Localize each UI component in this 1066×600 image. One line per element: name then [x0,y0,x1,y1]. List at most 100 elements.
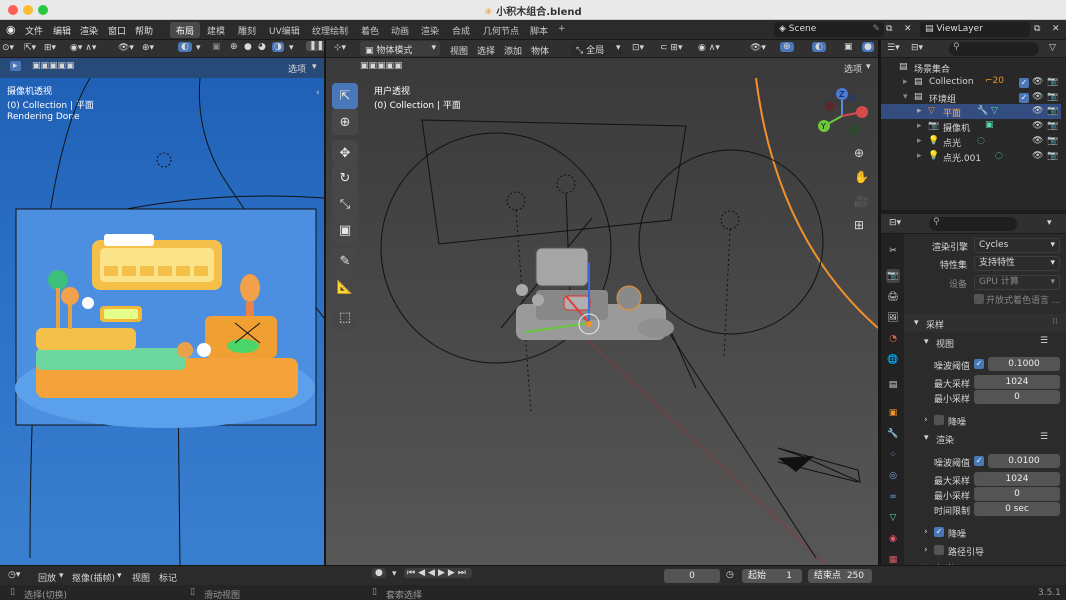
overlay-icon[interactable]: ◐ [178,42,192,52]
blender-logo-icon[interactable]: ◉ [6,23,16,36]
render-noise-checkbox[interactable]: ✓ [974,456,984,466]
main-editor-type-icon[interactable]: ⊹▾ [334,43,346,53]
path-guiding-checkbox[interactable] [934,545,944,555]
editor-type-icon[interactable]: ⊙▾ [2,43,14,53]
device-dropdown[interactable]: GPU 计算 ▾ [974,275,1060,290]
main-shading-solid-icon[interactable]: ● [862,42,874,52]
viewport-min-field[interactable]: 0 [974,390,1060,404]
tool-move[interactable]: ✥ [332,140,358,166]
outliner-item-env-group[interactable]: ▾ ▤ 环境组 ✓ 👁 📷 [881,90,1061,105]
hide-eye-icon[interactable]: 👁 [1032,151,1043,161]
shading-material-icon[interactable]: ◕ [258,42,266,52]
render-camera-icon[interactable]: 📷 [1047,77,1058,87]
overlay-dropdown-icon[interactable]: ▾ [196,43,201,53]
viewlayer-selector[interactable]: ▤ ViewLayer [920,22,1030,37]
end-frame-field[interactable]: 结束点 250 [808,569,872,583]
menu-render[interactable]: 渲染 [80,24,98,37]
hide-eye-icon[interactable]: 👁 [1032,121,1043,131]
delete-scene-icon[interactable]: ✕ [904,24,912,34]
left-viewport[interactable]: ▸ ▣▣▣▣▣ 选项 ▾ 摄像机透视 (0) Collection | 平面 R… [0,58,324,565]
outliner-search-input[interactable]: ⚲ [949,42,1039,56]
mode-selector[interactable]: ▣ 物体模式 ▾ [360,41,440,56]
timeline-view-menu[interactable]: 视图 [132,571,150,584]
tool-cursor[interactable]: ⊕ [332,109,358,135]
time-limit-field[interactable]: 0 sec [974,502,1060,516]
sampling-section-header[interactable]: ▾ 采样 ⁞⁞ [904,314,1066,332]
menu-select[interactable]: 选择 [477,44,495,57]
visibility-icon[interactable]: 👁▾ [118,43,134,53]
render-camera-icon[interactable]: 📷 [1047,121,1058,131]
object-tab-icon[interactable]: ▣ [886,406,900,420]
render-camera-icon[interactable]: 📷 [1047,136,1058,146]
expand-chevron-icon[interactable]: ▸ [917,121,922,131]
shading-solid-icon[interactable]: ● [244,42,252,52]
view-layer-tab-icon[interactable]: 🖼 [886,311,900,325]
viewport-noise-field[interactable]: 0.1000 [988,357,1060,371]
viewport-denoise-subsection[interactable]: › 降噪 [914,412,1066,428]
current-frame-field[interactable]: 0 [664,569,720,583]
tool-annotate[interactable]: ✎ [332,248,358,274]
render-denoise-checkbox[interactable]: ✓ [934,527,944,537]
render-subsection-header[interactable]: ▾ 渲染 ☰ [914,430,1066,446]
expand-chevron-icon[interactable]: ▸ [917,106,922,116]
feature-set-dropdown[interactable]: 支持特性 ▾ [974,256,1060,271]
tab-animation[interactable]: 动画 [385,22,415,38]
main-gizmo-icon[interactable]: ⊕ [780,42,794,52]
hide-eye-icon[interactable]: 👁 [1032,136,1043,146]
menu-add[interactable]: 添加 [504,44,522,57]
properties-options-icon[interactable]: ▾ [1047,218,1052,228]
outliner-item-camera[interactable]: ▸ 📷 摄像机 ▣ 👁 📷 [881,119,1061,134]
camera-view-icon[interactable]: 🎥 [854,194,869,208]
tab-layout[interactable]: 布局 [170,22,201,38]
output-tab-icon[interactable]: 🖨 [886,290,900,304]
hide-eye-icon[interactable]: 👁 [1032,77,1043,87]
tab-sculpt[interactable]: 雕刻 [232,22,262,38]
material-tab-icon[interactable]: ◉ [886,532,900,546]
proportional-edit-icon[interactable]: ◉▾ ∧▾ [70,43,96,53]
osl-checkbox[interactable] [974,294,984,304]
viewport-max-field[interactable]: 1024 [974,375,1060,389]
display-mode-icon[interactable]: ⊟▾ [911,43,923,53]
render-camera-icon[interactable]: 📷 [1047,106,1058,116]
tab-shading[interactable]: 着色 [355,22,385,38]
physics-tab-icon[interactable]: ◎ [886,469,900,483]
menu-edit[interactable]: 编辑 [53,24,71,37]
tab-compositing[interactable]: 合成 [446,22,476,38]
render-camera-icon[interactable]: 📷 [1047,151,1058,161]
menu-object[interactable]: 物体 [531,44,549,57]
collection-tab-icon[interactable]: ▤ [886,378,900,392]
path-guiding-subsection[interactable]: › 路径引导 [914,542,1066,558]
render-denoise-subsection[interactable]: › ✓ 降噪 [914,524,1066,540]
xray-icon[interactable]: ▣ [212,42,221,52]
shading-wireframe-icon[interactable]: ⊕ [230,42,238,52]
tool-scale[interactable]: ⤡ [332,191,358,217]
record-icon[interactable]: ● [372,568,386,578]
render-noise-field[interactable]: 0.0100 [988,454,1060,468]
render-min-field[interactable]: 0 [974,487,1060,501]
outliner-editor-icon[interactable]: ☰▾ [887,43,900,53]
tab-modeling[interactable]: 建模 [201,22,231,38]
menu-view[interactable]: 视图 [450,44,468,57]
outliner-item-plane[interactable]: ▸ ▽ 平面 🔧 ▽ 👁 📷 [881,104,1061,119]
menu-file[interactable]: 文件 [25,24,43,37]
tab-geometry-nodes[interactable]: 几何节点 [477,22,525,38]
main-visibility-icon[interactable]: 👁▾ [750,43,766,53]
constraints-tab-icon[interactable]: ∞ [886,490,900,504]
hide-eye-icon[interactable]: 👁 [1032,92,1043,102]
auto-key-chevron-icon[interactable]: ▾ [392,569,397,579]
tab-texture-paint[interactable]: 纹理绘制 [306,22,354,38]
exclude-checkbox[interactable]: ✓ [1019,93,1029,103]
render-engine-dropdown[interactable]: Cycles ▾ [974,238,1060,253]
outliner-root[interactable]: ▤ 场景集合 [881,60,1061,75]
main-xray-icon[interactable]: ▣ [844,42,853,52]
viewport-subsection-header[interactable]: ▾ 视图 ☰ [914,334,1066,350]
outliner-item-collection[interactable]: ▸ ▤ Collection ⌐20 ✓ 👁 📷 [881,75,1061,90]
snap-toggle-icon[interactable]: ⊂ ⊞▾ [660,43,682,53]
pivot-icon[interactable]: ⊡▾ [632,43,644,53]
exclude-checkbox[interactable]: ✓ [1019,78,1029,88]
menu-window[interactable]: 窗口 [108,24,126,37]
zoom-icon[interactable]: ⊕ [854,146,864,160]
keying-menu[interactable]: 抠像(插帧) [72,571,115,584]
tool-select-box[interactable]: ⇱ [332,83,358,109]
render-tab-icon[interactable]: 📷 [886,269,900,283]
